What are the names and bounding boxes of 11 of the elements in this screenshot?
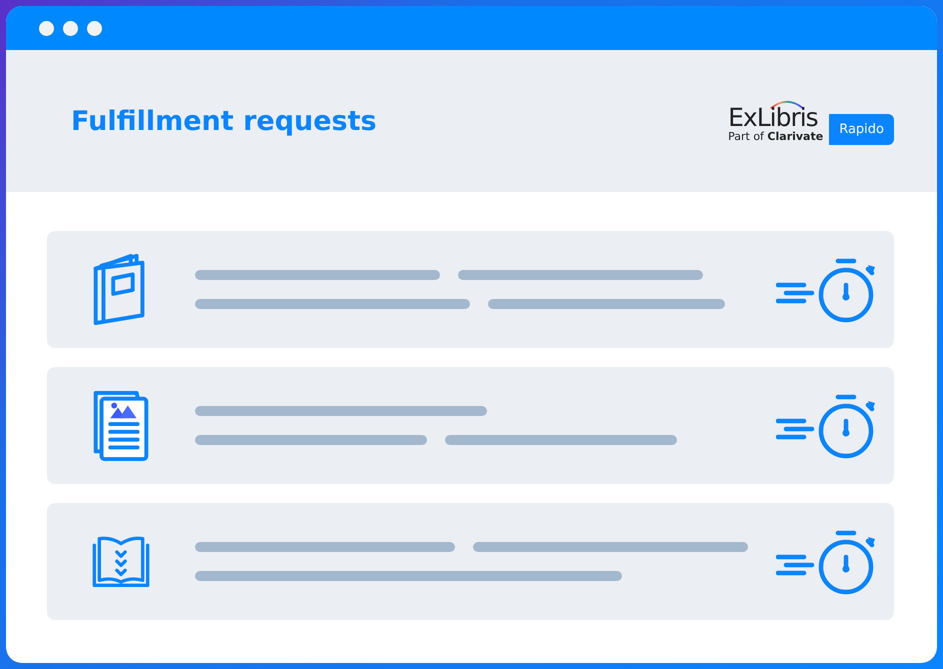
logo-wordmark: ExLibris [728, 105, 818, 130]
window-dot [39, 20, 54, 36]
logo-tagline: Part of Clarivate [728, 130, 824, 143]
page-title: Fulfillment requests [71, 106, 377, 136]
stopwatch-icon [776, 392, 876, 458]
stopwatch-icon [776, 528, 876, 594]
window-dot [63, 20, 78, 36]
product-badge: Rapido [829, 114, 894, 145]
stopwatch-icon [776, 256, 876, 322]
document-image-icon [91, 388, 151, 462]
window-dot [87, 20, 102, 36]
